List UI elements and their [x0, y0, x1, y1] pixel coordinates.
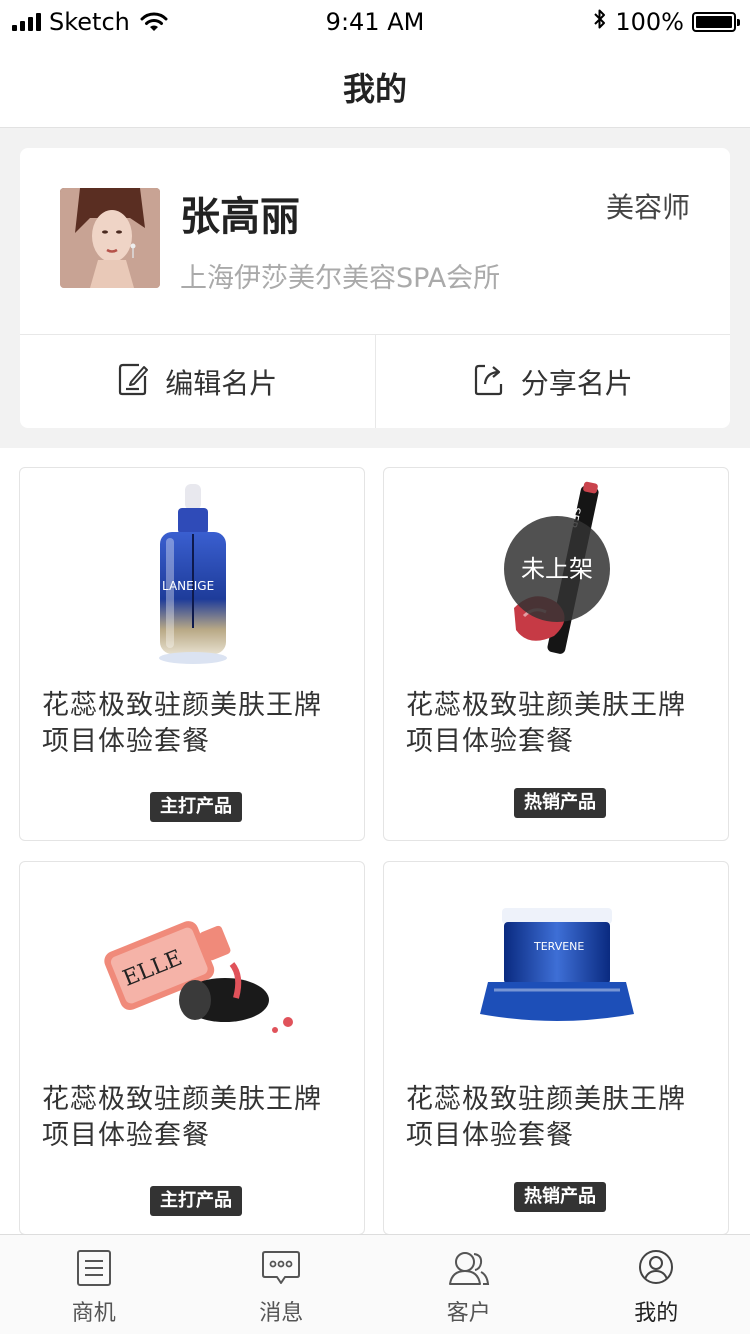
- product-image-night-cream: TERVENE: [384, 872, 728, 1068]
- product-card[interactable]: TERVENE 花蕊极致驻颜美肤王牌 项目体验套餐 热销产品: [383, 861, 729, 1234]
- message-icon: [261, 1249, 301, 1291]
- tab-opportunities[interactable]: 商机: [0, 1235, 188, 1334]
- product-grid: LANEIGE 花蕊极致驻颜美肤王牌 项目体验套餐 主打产品 SEP 未上架 花…: [0, 448, 750, 1234]
- svg-text:LANEIGE: LANEIGE: [162, 579, 214, 593]
- product-tag: 热销产品: [514, 788, 606, 818]
- share-card-button[interactable]: 分享名片: [374, 335, 731, 428]
- share-card-label: 分享名片: [520, 367, 633, 400]
- navigation-bar: 我的: [0, 40, 750, 128]
- product-title: 花蕊极致驻颜美肤王牌 项目体验套餐: [406, 688, 716, 760]
- tab-messages[interactable]: 消息: [188, 1235, 376, 1334]
- product-title-line: 项目体验套餐: [406, 1120, 574, 1151]
- product-card[interactable]: LANEIGE 花蕊极致驻颜美肤王牌 项目体验套餐 主打产品: [19, 467, 365, 841]
- share-icon: [473, 362, 505, 403]
- product-title-line: 花蕊极致驻颜美肤王牌: [406, 690, 686, 721]
- tab-label: 消息: [259, 1301, 304, 1326]
- product-card[interactable]: SEP 未上架 花蕊极致驻颜美肤王牌 项目体验套餐 热销产品: [383, 467, 729, 841]
- off-shelf-badge: 未上架: [504, 516, 610, 622]
- profile-name: 张高丽: [180, 194, 300, 240]
- tab-label: 客户: [446, 1301, 491, 1326]
- product-title-line: 花蕊极致驻颜美肤王牌: [406, 1084, 686, 1115]
- svg-text:TERVENE: TERVENE: [533, 940, 584, 953]
- battery-icon: [692, 12, 740, 32]
- profile-card: 张高丽 上海伊莎美尔美容SPA会所 美容师 编辑名片 分享名片: [20, 148, 730, 428]
- avatar[interactable]: [60, 188, 160, 288]
- tab-bar: 商机 消息 客户 我的: [0, 1234, 750, 1334]
- tab-me[interactable]: 我的: [563, 1235, 750, 1334]
- document-icon: [76, 1249, 112, 1291]
- edit-icon: [117, 362, 149, 403]
- product-title: 花蕊极致驻颜美肤王牌 项目体验套餐: [42, 688, 352, 760]
- product-image-nail-polish: ELLE: [20, 872, 364, 1068]
- product-title-line: 花蕊极致驻颜美肤王牌: [42, 690, 322, 721]
- product-image-serum: LANEIGE: [20, 478, 364, 674]
- battery-percent: 100%: [615, 8, 684, 36]
- product-tag: 主打产品: [150, 792, 242, 822]
- product-title-line: 项目体验套餐: [42, 1120, 210, 1151]
- product-title: 花蕊极致驻颜美肤王牌 项目体验套餐: [42, 1082, 352, 1154]
- page-title: 我的: [342, 70, 407, 108]
- bluetooth-icon: [593, 8, 607, 36]
- product-title-line: 花蕊极致驻颜美肤王牌: [42, 1084, 322, 1115]
- profile-organization: 上海伊莎美尔美容SPA会所: [180, 263, 501, 294]
- edit-card-button[interactable]: 编辑名片: [20, 335, 375, 428]
- customers-icon: [448, 1249, 490, 1291]
- tab-label: 我的: [634, 1301, 679, 1326]
- product-tag: 热销产品: [514, 1182, 606, 1212]
- product-title-line: 项目体验套餐: [42, 726, 210, 757]
- tab-label: 商机: [71, 1301, 116, 1326]
- status-bar: Sketch 9:41 AM 100%: [0, 0, 750, 40]
- card-actions: 编辑名片 分享名片: [20, 334, 730, 428]
- profile-role: 美容师: [605, 191, 690, 224]
- tab-customers[interactable]: 客户: [375, 1235, 563, 1334]
- edit-card-label: 编辑名片: [165, 367, 278, 400]
- product-title: 花蕊极致驻颜美肤王牌 项目体验套餐: [406, 1082, 716, 1154]
- product-title-line: 项目体验套餐: [406, 726, 574, 757]
- product-tag: 主打产品: [150, 1186, 242, 1216]
- product-card[interactable]: ELLE 花蕊极致驻颜美肤王牌 项目体验套餐 主打产品: [19, 861, 365, 1234]
- user-icon: [638, 1249, 674, 1291]
